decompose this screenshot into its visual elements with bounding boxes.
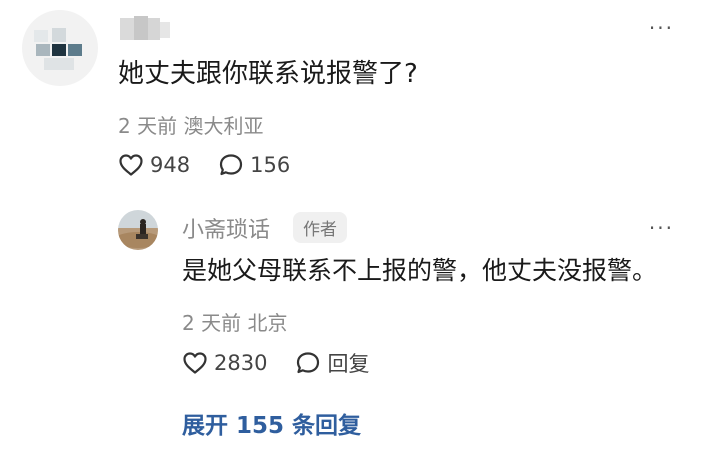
like-button[interactable]: 948 bbox=[118, 153, 190, 177]
more-options-button[interactable]: ··· bbox=[649, 18, 674, 38]
comment-thread: ··· 她丈夫跟你联系说报警了? 2 天前 澳大利亚 948 156 小斋琐话 … bbox=[0, 0, 704, 454]
reply-avatar[interactable] bbox=[118, 210, 158, 250]
chat-bubble-icon bbox=[297, 352, 320, 374]
heart-icon bbox=[183, 352, 207, 374]
reply-button[interactable]: 156 bbox=[218, 153, 290, 177]
chat-bubble-icon bbox=[219, 154, 243, 176]
reply-label: 回复 bbox=[327, 352, 370, 376]
reply-actions: 2830 回复 bbox=[182, 348, 397, 378]
expand-replies-link[interactable]: 展开 155 条回复 bbox=[182, 406, 361, 440]
reply-like-button[interactable]: 2830 bbox=[182, 351, 267, 375]
reply-count: 156 bbox=[250, 153, 291, 177]
author-badge: 作者 bbox=[293, 212, 347, 243]
comment-text: 她丈夫跟你联系说报警了? bbox=[118, 59, 418, 89]
heart-icon bbox=[119, 154, 143, 176]
like-count: 948 bbox=[150, 153, 191, 177]
reply-meta: 2 天前 北京 bbox=[182, 311, 288, 335]
comment-actions: 948 156 bbox=[118, 150, 318, 180]
reply-text: 是她父母联系不上报的警，他丈夫没报警。 bbox=[182, 256, 658, 285]
reply-username[interactable]: 小斋琐话 bbox=[182, 212, 270, 244]
avatar[interactable] bbox=[22, 10, 98, 86]
reply-to-reply-button[interactable]: 回复 bbox=[295, 348, 369, 378]
reply-more-options-button[interactable]: ··· bbox=[649, 218, 674, 238]
comment-meta: 2 天前 澳大利亚 bbox=[118, 114, 264, 138]
username-blurred[interactable] bbox=[120, 16, 172, 44]
reply-like-count: 2830 bbox=[214, 351, 268, 375]
avatar-image bbox=[118, 210, 158, 250]
